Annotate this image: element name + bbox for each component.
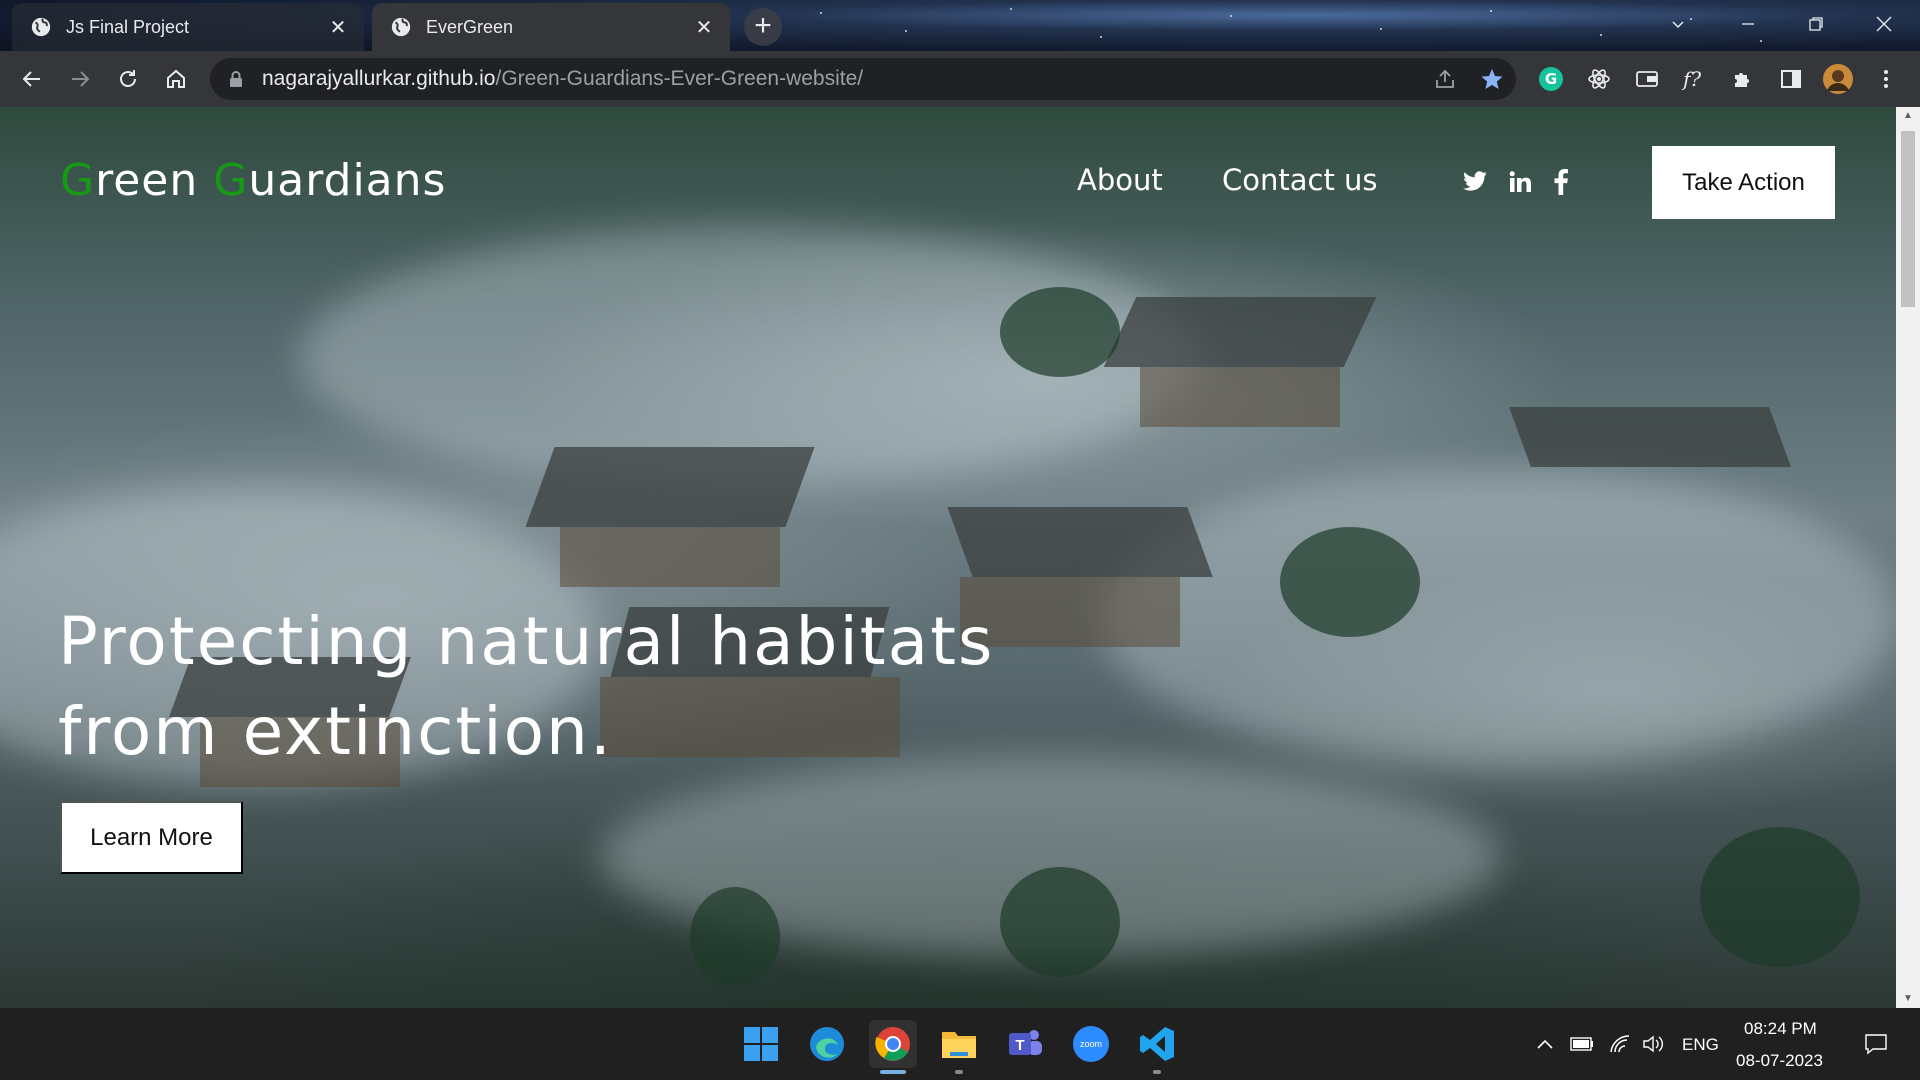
svg-text:T: T [1015, 1037, 1024, 1054]
file-explorer-icon[interactable] [935, 1020, 983, 1068]
zoom-icon[interactable]: zoom [1067, 1020, 1115, 1068]
windows-start-icon[interactable] [737, 1020, 785, 1068]
tab-strip: Js Final Project ✕ EverGreen ✕ + [0, 0, 1920, 51]
running-app-indicator [955, 1070, 963, 1074]
svg-text:G: G [1545, 70, 1557, 88]
sidepanel-icon[interactable] [1773, 61, 1809, 97]
url-host: nagarajyallurkar.github.io [262, 67, 496, 90]
minimize-button[interactable] [1720, 6, 1776, 42]
share-icon[interactable] [1434, 68, 1456, 90]
clock-time[interactable]: 08:24 PM [1744, 1019, 1817, 1039]
wallpaper-star [1230, 15, 1232, 17]
page-scrollbar[interactable]: ▲ ▼ [1896, 107, 1920, 1008]
wallpaper-star [1100, 36, 1102, 38]
nav-contact-us[interactable]: Contact us [1222, 163, 1378, 197]
hero-background-image [0, 107, 1896, 1008]
windows-taskbar: T zoom ENG 08:24 PM 08-07-2023 [0, 1008, 1920, 1080]
lock-icon[interactable] [226, 69, 246, 89]
vscode-icon[interactable] [1133, 1020, 1181, 1068]
scroll-down-arrow[interactable]: ▼ [1896, 990, 1920, 1008]
new-tab-button[interactable]: + [744, 8, 782, 46]
hero-line: from extinction. [58, 693, 613, 770]
logo-text: reen [95, 155, 214, 206]
restore-button[interactable] [1788, 6, 1844, 42]
svg-text:f?: f? [1681, 67, 1701, 91]
logo-letter: G [60, 155, 96, 206]
volume-icon[interactable] [1638, 1020, 1668, 1068]
wallet-icon[interactable] [1629, 61, 1665, 97]
learn-more-button[interactable]: Learn More [60, 801, 243, 874]
address-bar[interactable]: nagarajyallurkar.github.io/Green-Guardia… [210, 58, 1516, 100]
url-path: /Green-Guardians-Ever-Green-website/ [495, 67, 864, 90]
nav-about[interactable]: About [1077, 163, 1163, 197]
wallpaper-star [1010, 8, 1012, 10]
hero-heading: Protecting natural habitats from extinct… [58, 597, 994, 777]
twitter-icon[interactable] [1460, 167, 1490, 197]
globe-icon [391, 17, 411, 37]
back-button[interactable] [14, 61, 50, 97]
language-indicator[interactable]: ENG [1682, 1035, 1719, 1055]
close-window-button[interactable] [1856, 6, 1912, 42]
notification-icon[interactable] [1858, 1020, 1894, 1068]
formula-icon[interactable]: f? [1677, 61, 1713, 97]
home-button[interactable] [158, 61, 194, 97]
take-action-button[interactable]: Take Action [1652, 146, 1835, 219]
site-logo[interactable]: Green Guardians [60, 155, 446, 206]
scroll-up-arrow[interactable]: ▲ [1896, 107, 1920, 125]
wifi-icon[interactable] [1605, 1020, 1635, 1068]
tab-search-icon[interactable] [1650, 6, 1706, 42]
tab-evergreen[interactable]: EverGreen ✕ [372, 3, 730, 51]
linkedin-icon[interactable] [1505, 167, 1535, 197]
wallpaper-star [1490, 10, 1492, 12]
puzzle-icon[interactable] [1725, 61, 1761, 97]
tab-title: Js Final Project [66, 16, 190, 37]
forward-button[interactable] [62, 61, 98, 97]
globe-icon [31, 17, 51, 37]
bookmark-star-icon[interactable] [1480, 67, 1504, 91]
clock-date[interactable]: 08-07-2023 [1736, 1051, 1823, 1071]
chrome-icon[interactable] [869, 1020, 917, 1068]
grammarly-icon[interactable]: G [1533, 61, 1569, 97]
menu-icon[interactable] [1868, 61, 1904, 97]
reload-button[interactable] [110, 61, 146, 97]
close-icon[interactable]: ✕ [326, 15, 350, 40]
wallpaper-star [1600, 34, 1602, 36]
tab-js-final-project[interactable]: Js Final Project ✕ [12, 3, 364, 51]
wallpaper-star [820, 12, 822, 14]
browser-toolbar: nagarajyallurkar.github.io/Green-Guardia… [0, 51, 1920, 107]
teams-icon[interactable]: T [1001, 1020, 1049, 1068]
close-icon[interactable]: ✕ [692, 15, 716, 40]
facebook-icon[interactable] [1546, 167, 1576, 197]
zoom-icon-label: zoom [1080, 1039, 1102, 1049]
chevron-up-icon[interactable] [1531, 1020, 1559, 1068]
web-page: Green Guardians About Contact us Take Ac… [0, 107, 1896, 1008]
wallpaper-star [1380, 28, 1382, 30]
scroll-thumb[interactable] [1901, 131, 1915, 307]
hero-line: Protecting natural habitats [58, 603, 995, 680]
profile-avatar[interactable] [1820, 61, 1856, 97]
logo-letter: G [213, 155, 249, 206]
edge-icon[interactable] [803, 1020, 851, 1068]
running-app-indicator [1153, 1070, 1161, 1074]
battery-icon[interactable] [1567, 1020, 1597, 1068]
wallpaper-star [905, 30, 907, 32]
atom-icon[interactable] [1581, 61, 1617, 97]
logo-text: uardians [248, 155, 447, 206]
tab-title: EverGreen [426, 16, 514, 37]
active-app-indicator [880, 1070, 906, 1074]
